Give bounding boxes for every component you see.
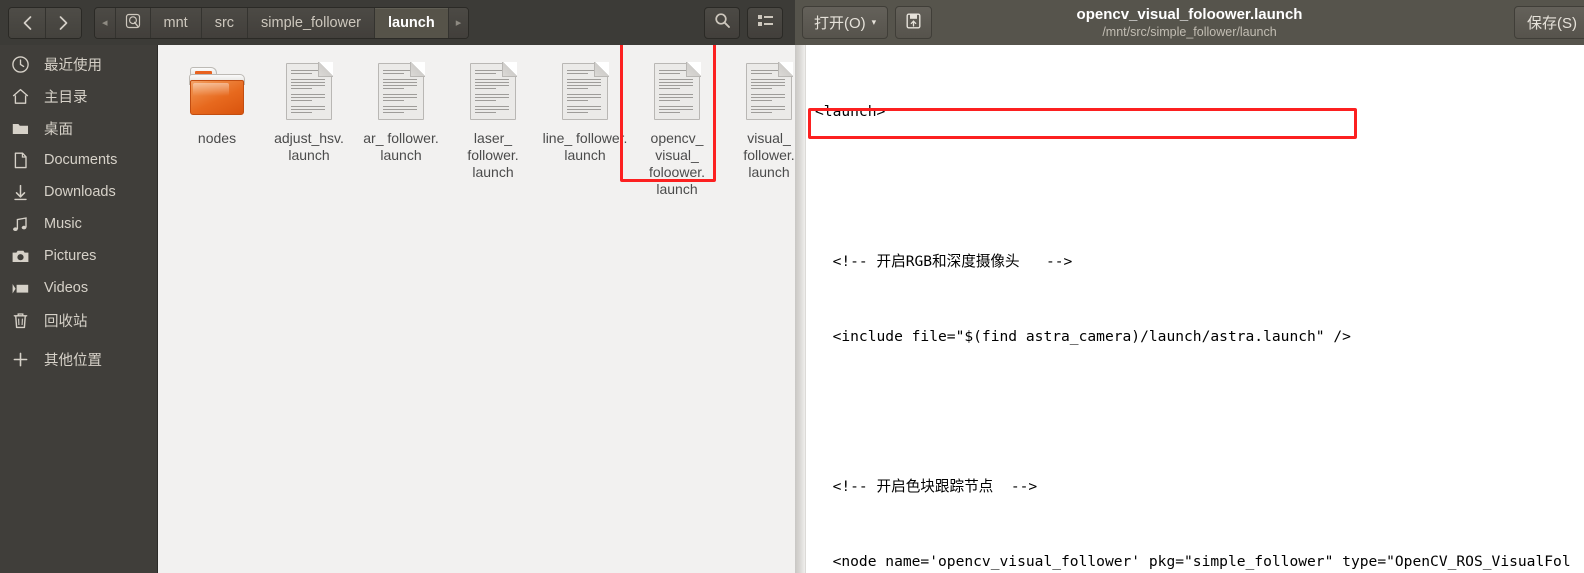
download-icon bbox=[5, 183, 35, 202]
file-manager-window: ◂ mnt src simple_follower launch ▸ 最近使用 … bbox=[0, 0, 795, 573]
file-item-ar-follower-launch[interactable]: ar_ follower. launch bbox=[355, 51, 447, 198]
sidebar-item-downloads[interactable]: Downloads bbox=[0, 176, 157, 208]
folder-icon bbox=[5, 119, 35, 138]
view-options-button[interactable] bbox=[747, 6, 783, 39]
open-button-label: 打开(O) bbox=[814, 15, 866, 32]
forward-button[interactable] bbox=[45, 7, 81, 38]
sidebar-item-label: Videos bbox=[44, 280, 89, 296]
sidebar-item-documents[interactable]: Documents bbox=[0, 144, 157, 176]
code-line: <!-- 开启RGB和深度摄像头 --> bbox=[815, 253, 1073, 270]
sidebar-item-label: 桌面 bbox=[44, 121, 73, 138]
document-file-icon bbox=[286, 57, 333, 125]
breadcrumb: ◂ mnt src simple_follower launch ▸ bbox=[94, 6, 470, 39]
sidebar-item-home[interactable]: 主目录 bbox=[0, 80, 157, 112]
sidebar-item-label: Documents bbox=[44, 152, 118, 168]
list-view-icon bbox=[757, 13, 774, 33]
camera-icon bbox=[5, 247, 35, 266]
editor-gutter bbox=[795, 45, 806, 573]
text-editor-window: 打开(O) ▾ opencv_visual_foloower.launch /m… bbox=[795, 0, 1584, 573]
file-grid: nodes adjust_hsv. launch ar_ follower. l… bbox=[158, 45, 795, 198]
document-file-icon bbox=[470, 57, 517, 125]
document-file-icon bbox=[562, 57, 609, 125]
editor-header: 打开(O) ▾ opencv_visual_foloower.launch /m… bbox=[795, 0, 1584, 45]
file-item-laser-follower-launch[interactable]: laser_ follower. launch bbox=[447, 51, 539, 198]
sidebar-item-other-locations[interactable]: 其他位置 bbox=[0, 343, 157, 375]
trash-icon bbox=[5, 311, 35, 330]
document-file-icon bbox=[378, 57, 425, 125]
sidebar-item-desktop[interactable]: 桌面 bbox=[0, 112, 157, 144]
document-file-icon bbox=[746, 57, 793, 125]
sidebar-item-label: Music bbox=[44, 216, 82, 232]
sidebar-item-music[interactable]: Music bbox=[0, 208, 157, 240]
music-icon bbox=[5, 215, 35, 234]
sidebar-item-label: 主目录 bbox=[44, 89, 88, 106]
breadcrumb-item-launch[interactable]: launch bbox=[374, 7, 449, 38]
video-icon bbox=[5, 279, 35, 298]
editor-file-title: opencv_visual_foloower.launch bbox=[1076, 5, 1303, 23]
sidebar-item-videos[interactable]: Videos bbox=[0, 272, 157, 304]
file-name: opencv_ visual_ foloower. launch bbox=[648, 130, 706, 197]
folder-icon bbox=[189, 57, 245, 125]
file-name: adjust_hsv. launch bbox=[274, 130, 344, 163]
code-line: <include file="$(find astra_camera)/laun… bbox=[815, 328, 1351, 345]
sidebar-item-label: 其他位置 bbox=[44, 352, 102, 369]
clock-icon bbox=[5, 55, 35, 74]
breadcrumb-scroll-right[interactable]: ▸ bbox=[448, 7, 469, 38]
file-name: visual_ follower. launch bbox=[743, 130, 795, 180]
file-manager-body: 最近使用 主目录 桌面 Documents Downloads Music Pi… bbox=[0, 45, 795, 573]
sidebar-separator bbox=[0, 336, 157, 343]
toolbar-actions bbox=[704, 6, 787, 39]
breadcrumb-item-simple-follower[interactable]: simple_follower bbox=[248, 7, 375, 38]
sidebar-item-label: Pictures bbox=[44, 248, 97, 264]
sidebar-item-recent[interactable]: 最近使用 bbox=[0, 48, 157, 80]
file-item-adjust-hsv-launch[interactable]: adjust_hsv. launch bbox=[263, 51, 355, 198]
file-name: ar_ follower. launch bbox=[363, 130, 439, 163]
file-name: line_ follower. launch bbox=[542, 130, 628, 163]
breadcrumb-scroll-left[interactable]: ◂ bbox=[95, 7, 116, 38]
breadcrumb-item-mnt[interactable]: mnt bbox=[150, 7, 202, 38]
file-name: nodes bbox=[197, 130, 237, 146]
file-item-line-follower-launch[interactable]: line_ follower. launch bbox=[539, 51, 631, 198]
sidebar-item-trash[interactable]: 回收站 bbox=[0, 304, 157, 336]
editor-body: <launch> <!-- 开启RGB和深度摄像头 --> <include f… bbox=[795, 45, 1584, 573]
places-sidebar: 最近使用 主目录 桌面 Documents Downloads Music Pi… bbox=[0, 45, 157, 573]
code-text-area[interactable]: <launch> <!-- 开启RGB和深度摄像头 --> <include f… bbox=[806, 45, 1584, 573]
home-icon bbox=[5, 87, 35, 106]
breadcrumb-item-device[interactable] bbox=[115, 7, 151, 38]
save-button[interactable]: 保存(S) bbox=[1514, 6, 1584, 39]
sidebar-item-pictures[interactable]: Pictures bbox=[0, 240, 157, 272]
code-line: <node name='opencv_visual_follower' pkg=… bbox=[815, 553, 1571, 570]
sidebar-item-label: Downloads bbox=[44, 184, 116, 200]
open-button[interactable]: 打开(O) ▾ bbox=[802, 6, 889, 39]
search-icon bbox=[714, 12, 731, 34]
save-as-icon bbox=[905, 12, 922, 34]
file-item-opencv-visual-foloower-launch[interactable]: opencv_ visual_ foloower. launch bbox=[631, 51, 723, 198]
file-name: laser_ follower. launch bbox=[467, 130, 519, 180]
save-as-button[interactable] bbox=[895, 6, 933, 39]
editor-file-path: /mnt/src/simple_follower/launch bbox=[1102, 24, 1277, 39]
search-button[interactable] bbox=[704, 6, 740, 39]
code-line: <!-- 开启色块跟踪节点 --> bbox=[815, 478, 1038, 495]
document-file-icon bbox=[654, 57, 701, 125]
plus-icon bbox=[5, 350, 35, 369]
file-manager-toolbar: ◂ mnt src simple_follower launch ▸ bbox=[0, 0, 795, 45]
sidebar-item-label: 回收站 bbox=[44, 313, 88, 330]
file-item-visual-follower-launch[interactable]: visual_ follower. launch bbox=[723, 51, 795, 198]
screen-root: ◂ mnt src simple_follower launch ▸ 最近使用 … bbox=[0, 0, 1584, 573]
back-button[interactable] bbox=[9, 7, 45, 38]
file-item-nodes[interactable]: nodes bbox=[171, 51, 263, 198]
navigation-buttons bbox=[8, 6, 82, 39]
document-icon bbox=[5, 151, 35, 170]
disk-icon bbox=[125, 13, 141, 33]
file-list-view[interactable]: nodes adjust_hsv. launch ar_ follower. l… bbox=[157, 45, 795, 573]
chevron-down-icon: ▾ bbox=[871, 17, 877, 27]
sidebar-item-label: 最近使用 bbox=[44, 57, 102, 74]
code-line: <launch> bbox=[815, 103, 886, 120]
breadcrumb-item-src[interactable]: src bbox=[201, 7, 249, 38]
